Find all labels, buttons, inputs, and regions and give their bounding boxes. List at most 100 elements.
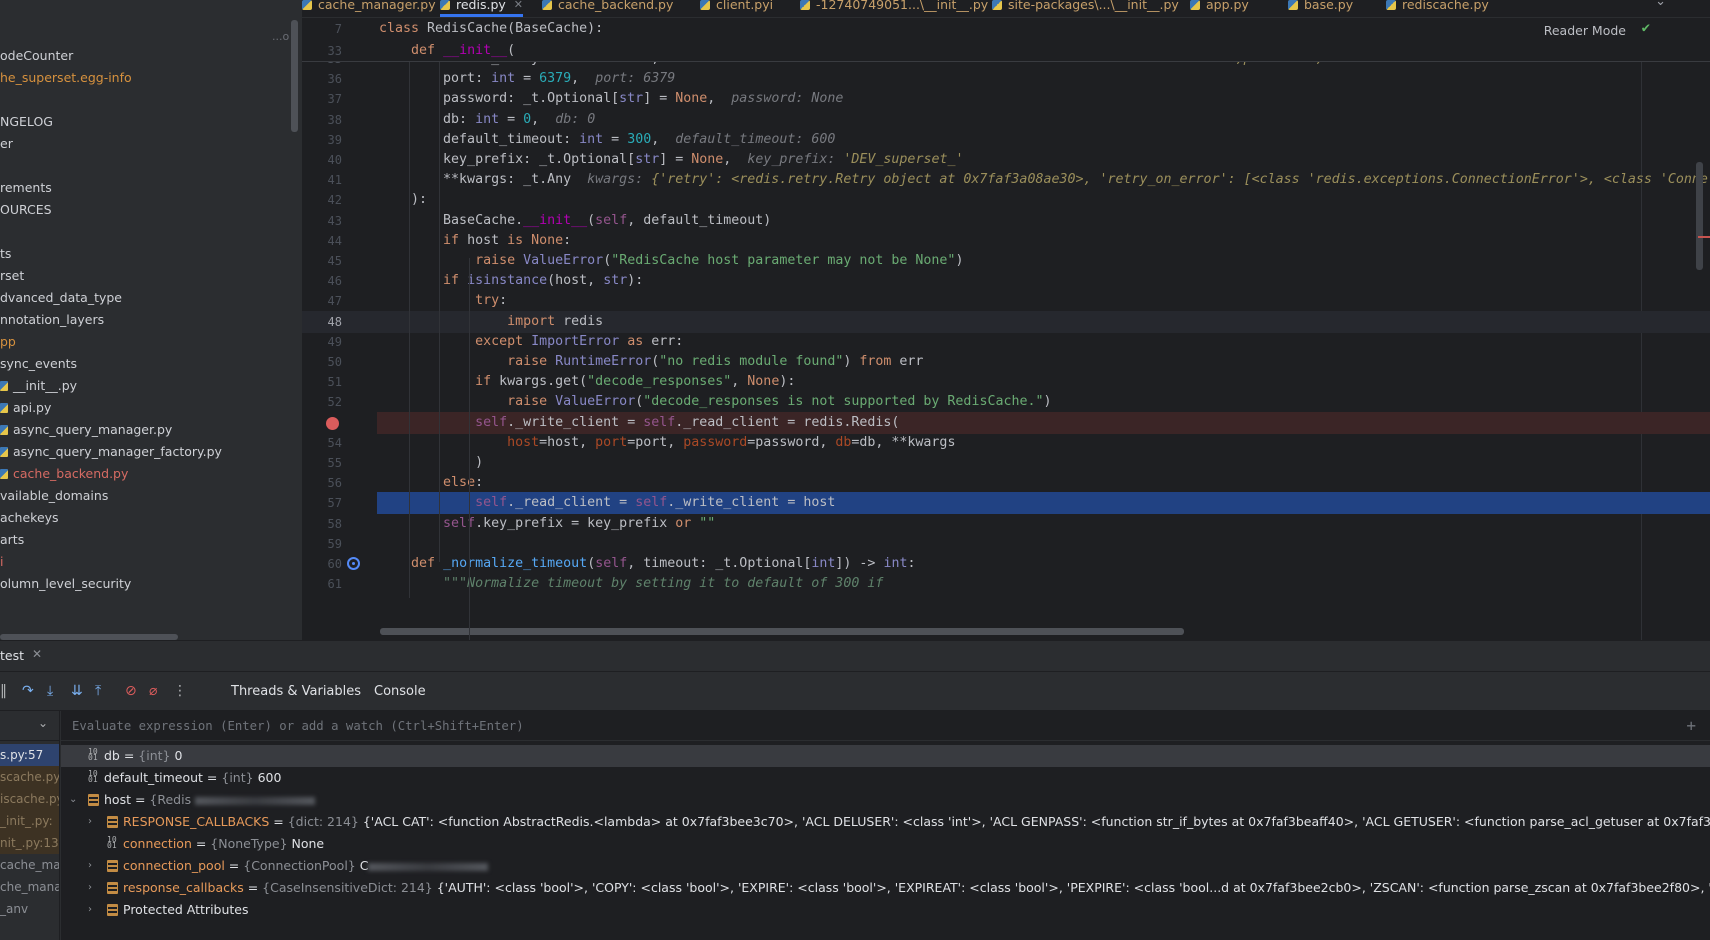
tree-item[interactable]: rements	[0, 177, 52, 199]
stack-frame[interactable]: che_manag	[0, 876, 59, 898]
variable-row[interactable]: 10 01 connection = {NoneType} None	[61, 833, 1710, 855]
code-line[interactable]: 47 try:	[302, 290, 1710, 312]
step-into-my-code-icon[interactable]: ⇊	[71, 683, 83, 699]
tree-item[interactable]: rset	[0, 265, 24, 287]
code-line[interactable]: 56 else:	[302, 472, 1710, 494]
add-watch-icon[interactable]: +	[1686, 711, 1696, 741]
tab-cache-manager-py[interactable]: cache_manager.py	[302, 0, 436, 17]
code-line[interactable]: 60 def _normalize_timeout(self, timeout:…	[302, 553, 1710, 575]
tree-item[interactable]: api.py	[0, 397, 51, 419]
variable-row[interactable]: 10 01 db = {int} 0	[61, 745, 1710, 767]
tree-item[interactable]: NGELOG	[0, 111, 53, 133]
tree-item[interactable]: pp	[0, 331, 16, 353]
run-config-tab[interactable]: test	[0, 648, 24, 663]
tab-base-py[interactable]: base.py	[1288, 0, 1353, 17]
code-line[interactable]: 46 if isinstance(host, str):	[302, 270, 1710, 292]
stack-frame[interactable]: cache_mar	[0, 854, 59, 876]
chevron-right-icon[interactable]: ›	[88, 877, 92, 899]
tree-item[interactable]: OURCES	[0, 199, 52, 221]
close-icon[interactable]: ✕	[32, 647, 42, 661]
tab-cache-backend-py[interactable]: cache_backend.py	[542, 0, 673, 17]
tree-item[interactable]: dvanced_data_type	[0, 287, 122, 309]
code-line[interactable]: 52 raise ValueError("decode_responses is…	[302, 391, 1710, 413]
stack-frame[interactable]: _init_.py:	[0, 810, 59, 832]
tree-item[interactable]: __init__.py	[0, 375, 77, 397]
variable-row[interactable]: › RESPONSE_CALLBACKS = {dict: 214} {'ACL …	[61, 811, 1710, 833]
tree-item[interactable]: nnotation_layers	[0, 309, 104, 331]
code-line[interactable]: 38 db: int = 0, db: 0	[302, 109, 1710, 131]
tree-item[interactable]: odeCounter	[0, 45, 73, 67]
tree-item[interactable]: vailable_domains	[0, 485, 108, 507]
stack-frame[interactable]: iscache.py	[0, 788, 59, 810]
code-line[interactable]: 61 """Normalize timeout by setting it to…	[302, 573, 1710, 595]
code-line[interactable]: 55 )	[302, 452, 1710, 474]
sticky-line[interactable]: 7 class RedisCache(BaseCache):	[302, 18, 1710, 40]
inspection-check-icon[interactable]: ✔	[1642, 20, 1650, 36]
variable-row[interactable]: › response_callbacks = {CaseInsensitiveDi…	[61, 877, 1710, 899]
tree-item[interactable]: sync_events	[0, 353, 77, 375]
tab--12740749051-init-py[interactable]: -12740749051...\__init__.py	[800, 0, 988, 17]
tree-item[interactable]: ts	[0, 243, 11, 265]
pause-icon[interactable]: ‖	[0, 683, 7, 699]
tab-list-chevron-icon[interactable]: ⌄	[1655, 0, 1666, 9]
code-line[interactable]: 39 default_timeout: int = 300, default_t…	[302, 129, 1710, 151]
tree-item[interactable]: he_superset.egg-info	[0, 67, 132, 89]
breakpoint-icon[interactable]	[326, 416, 339, 430]
code-line[interactable]: 58 self.key_prefix = key_prefix or ""	[302, 513, 1710, 535]
code-line[interactable]: 50 raise RuntimeError("no redis module f…	[302, 351, 1710, 373]
tree-item[interactable]: cache_backend.py	[0, 463, 128, 485]
variable-row[interactable]: › connection_pool = {ConnectionPool} C	[61, 855, 1710, 877]
execution-point-line[interactable]: 57 self._read_client = self._write_clien…	[302, 492, 1710, 515]
stack-frame[interactable]: scache.py:	[0, 766, 59, 788]
tab-console[interactable]: Console	[374, 684, 426, 699]
code-line[interactable]: 43 BaseCache.__init__(self, default_time…	[302, 210, 1710, 232]
chevron-down-icon[interactable]: ⌄	[69, 789, 77, 811]
mute-breakpoints-icon[interactable]: ⌀	[149, 683, 157, 699]
variable-row[interactable]: 10 01 default_timeout = {int} 600	[61, 767, 1710, 789]
tab-threads-variables[interactable]: Threads & Variables	[222, 684, 374, 713]
project-tree-collapse-hint[interactable]: ...o	[272, 30, 289, 43]
stack-frame[interactable]: s.py:57	[0, 744, 59, 766]
close-icon[interactable]: ✕	[514, 0, 523, 17]
stack-frame[interactable]: _anv	[0, 898, 59, 920]
code-line[interactable]: 41 **kwargs: _t.Any kwargs: {'retry': <r…	[302, 169, 1710, 191]
editor-vscrollbar[interactable]	[1696, 162, 1703, 270]
code-line[interactable]: 48 import redis	[302, 310, 1710, 333]
code-line[interactable]: 54 host=host, port=port, password=passwo…	[302, 432, 1710, 454]
variable-row[interactable]: › Protected Attributes	[61, 899, 1710, 921]
error-stripe-mark[interactable]	[1698, 236, 1710, 238]
code-line[interactable]: 45 raise ValueError("RedisCache host par…	[302, 250, 1710, 272]
code-editor[interactable]: 35 host: _t.Any = "localhost", host: Red…	[302, 18, 1710, 640]
code-line[interactable]: 40 key_prefix: _t.Optional[str] = None, …	[302, 149, 1710, 171]
tab-client-pyi[interactable]: client.pyi	[700, 0, 773, 17]
breakpoint-line[interactable]: self._write_client = self._read_client =…	[302, 411, 1710, 434]
tree-item[interactable]: er	[0, 133, 13, 155]
reader-mode-toggle[interactable]: Reader Mode	[1544, 23, 1626, 38]
tab-app-py[interactable]: app.py	[1190, 0, 1249, 17]
tab-rediscache-py[interactable]: rediscache.py	[1386, 0, 1489, 17]
variable-row[interactable]: ⌄ host = {Redis	[61, 789, 1710, 811]
code-line[interactable]: 44 if host is None:	[302, 230, 1710, 252]
tree-item[interactable]: i	[0, 551, 3, 573]
tree-item[interactable]: olumn_level_security	[0, 573, 131, 595]
editor-hscrollbar[interactable]	[380, 628, 1184, 635]
code-line[interactable]: 51 if kwargs.get("decode_responses", Non…	[302, 371, 1710, 393]
code-line[interactable]: 49 except ImportError as err:	[302, 331, 1710, 353]
more-options-icon[interactable]: ⋮	[173, 683, 187, 699]
override-method-icon[interactable]	[347, 557, 360, 570]
tab-redis-py[interactable]: redis.py ✕	[440, 0, 523, 17]
project-tree-scrollbar[interactable]	[291, 20, 298, 132]
code-line[interactable]: 59	[302, 533, 1710, 555]
tab-site-packages-init-py[interactable]: site-packages\...\__init__.py	[992, 0, 1179, 17]
chevron-right-icon[interactable]: ›	[88, 899, 92, 921]
code-line[interactable]: 36 port: int = 6379, port: 6379	[302, 68, 1710, 90]
tree-item[interactable]: async_query_manager.py	[0, 419, 172, 441]
evaluate-expression-input[interactable]: Evaluate expression (Enter) or add a wat…	[61, 711, 1710, 741]
step-over-icon[interactable]: ↷	[22, 683, 34, 699]
sticky-line[interactable]: 33 def __init__(	[302, 40, 1710, 62]
tree-item[interactable]: achekeys	[0, 507, 59, 529]
chevron-right-icon[interactable]: ›	[88, 811, 92, 833]
thread-selector[interactable]: ⌄	[0, 711, 59, 741]
tree-item[interactable]: arts	[0, 529, 24, 551]
code-line[interactable]: 42 ):	[302, 189, 1710, 211]
